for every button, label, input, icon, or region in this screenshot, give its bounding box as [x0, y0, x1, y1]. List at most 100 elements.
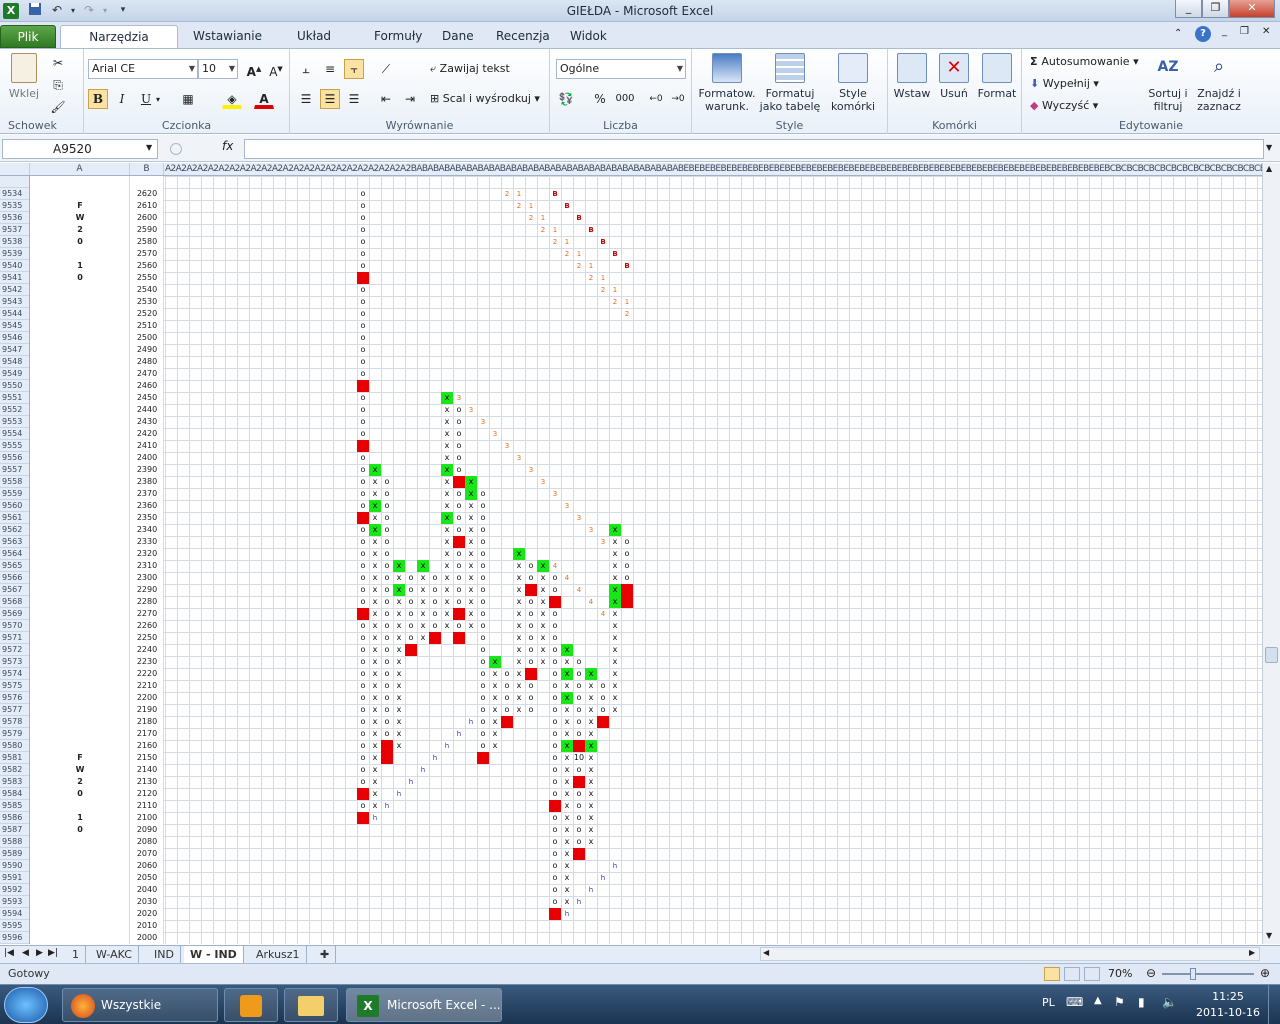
red-box-cell[interactable]	[357, 608, 369, 620]
cell-b-price[interactable]: 2280	[130, 596, 164, 608]
x-mark-cell[interactable]: x	[489, 728, 501, 740]
o-mark-cell[interactable]: o	[357, 428, 369, 440]
o-mark-cell[interactable]: o	[381, 716, 393, 728]
o-mark-cell[interactable]: o	[381, 620, 393, 632]
paste-button[interactable]: Wklej	[6, 53, 42, 107]
underline-button[interactable]: U	[136, 89, 156, 109]
o-mark-cell[interactable]: o	[357, 476, 369, 488]
o-mark-cell[interactable]: o	[621, 536, 633, 548]
zoom-slider[interactable]	[1162, 968, 1254, 980]
o-mark-cell[interactable]: o	[357, 308, 369, 320]
merge-center-button[interactable]: ⊞ Scal i wyśrodkuj ▾	[430, 92, 540, 105]
row-header[interactable]: 9543	[0, 296, 29, 308]
column-count-cell[interactable]: 3	[477, 416, 489, 428]
x-mark-cell[interactable]: x	[441, 584, 453, 596]
o-mark-cell[interactable]: o	[405, 632, 417, 644]
column-count-cell[interactable]: 1	[609, 284, 621, 296]
row-header[interactable]: 9585	[0, 800, 29, 812]
x-mark-cell[interactable]: x	[561, 872, 573, 884]
o-mark-cell[interactable]: o	[477, 488, 489, 500]
b-marker-cell[interactable]: B	[561, 200, 573, 212]
x-mark-cell[interactable]: x	[609, 692, 621, 704]
o-mark-cell[interactable]: o	[357, 632, 369, 644]
tab-file[interactable]: Plik	[0, 25, 56, 48]
o-mark-cell[interactable]: o	[453, 428, 465, 440]
o-mark-cell[interactable]: o	[477, 644, 489, 656]
o-mark-cell[interactable]: o	[477, 536, 489, 548]
cell-b-price[interactable]: 2220	[130, 668, 164, 680]
h-marker-cell[interactable]: h	[381, 800, 393, 812]
column-count-cell[interactable]: 3	[585, 524, 597, 536]
cell-b-price[interactable]: 2450	[130, 392, 164, 404]
column-count-cell[interactable]: 2	[537, 224, 549, 236]
row-header[interactable]: 9568	[0, 596, 29, 608]
cell-b-price[interactable]: 2360	[130, 500, 164, 512]
x-mark-cell[interactable]: x	[609, 680, 621, 692]
cell-b-price[interactable]: 2130	[130, 776, 164, 788]
x-mark-cell[interactable]: x	[417, 584, 429, 596]
red-box-cell[interactable]	[621, 596, 633, 608]
x-mark-cell[interactable]: x	[369, 644, 381, 656]
o-mark-cell[interactable]: o	[453, 440, 465, 452]
x-mark-cell[interactable]: x	[561, 728, 573, 740]
tab-home[interactable]: Narzędzia główne	[60, 25, 178, 67]
row-header[interactable]: 9595	[0, 920, 29, 932]
o-mark-cell[interactable]: o	[357, 596, 369, 608]
green-box-cell[interactable]: x	[369, 464, 381, 476]
row-header[interactable]: 9571	[0, 632, 29, 644]
cell-b-price[interactable]: 2100	[130, 812, 164, 824]
o-mark-cell[interactable]: o	[357, 200, 369, 212]
o-mark-cell[interactable]: o	[549, 716, 561, 728]
o-mark-cell[interactable]: o	[549, 776, 561, 788]
o-mark-cell[interactable]: o	[477, 632, 489, 644]
row-header[interactable]: 9542	[0, 284, 29, 296]
o-mark-cell[interactable]: o	[453, 512, 465, 524]
h-marker-cell[interactable]: h	[393, 788, 405, 800]
x-mark-cell[interactable]: x	[369, 536, 381, 548]
action-center-icon[interactable]: ⚑	[1114, 995, 1125, 1009]
x-mark-cell[interactable]: x	[393, 692, 405, 704]
column-count-cell[interactable]: 2	[525, 212, 537, 224]
o-mark-cell[interactable]: o	[453, 572, 465, 584]
x-mark-cell[interactable]: x	[465, 560, 477, 572]
x-mark-cell[interactable]: x	[609, 608, 621, 620]
o-mark-cell[interactable]: o	[357, 620, 369, 632]
column-count-cell[interactable]: 2	[561, 248, 573, 260]
x-mark-cell[interactable]: x	[369, 620, 381, 632]
cell-b-price[interactable]: 2610	[130, 200, 164, 212]
bold-button[interactable]: B	[88, 89, 108, 109]
o-mark-cell[interactable]: o	[381, 692, 393, 704]
column-count-cell[interactable]: 1	[585, 260, 597, 272]
cell-b-price[interactable]: 2380	[130, 476, 164, 488]
cell-b-price[interactable]: 2290	[130, 584, 164, 596]
h-marker-cell[interactable]: h	[405, 776, 417, 788]
row-header[interactable]: 9594	[0, 908, 29, 920]
x-mark-cell[interactable]: x	[585, 788, 597, 800]
cell-b-price[interactable]: 2490	[130, 344, 164, 356]
o-mark-cell[interactable]: o	[573, 704, 585, 716]
x-mark-cell[interactable]: x	[369, 728, 381, 740]
o-mark-cell[interactable]: o	[477, 716, 489, 728]
column-count-cell[interactable]: 3	[537, 476, 549, 488]
column-count-cell[interactable]: 2	[549, 236, 561, 248]
red-box-cell[interactable]	[357, 380, 369, 392]
o-mark-cell[interactable]: o	[549, 812, 561, 824]
x-mark-cell[interactable]: x	[609, 536, 621, 548]
cell-b-price[interactable]: 2500	[130, 332, 164, 344]
x-mark-cell[interactable]: x	[561, 800, 573, 812]
o-mark-cell[interactable]: o	[381, 608, 393, 620]
o-mark-cell[interactable]: o	[453, 548, 465, 560]
red-box-cell[interactable]	[525, 668, 537, 680]
align-middle-icon[interactable]: ≡	[320, 59, 340, 79]
row-header[interactable]: 9538	[0, 236, 29, 248]
b-marker-cell[interactable]: B	[609, 248, 621, 260]
o-mark-cell[interactable]: o	[453, 524, 465, 536]
x-mark-cell[interactable]: x	[585, 836, 597, 848]
green-box-cell[interactable]: x	[561, 668, 573, 680]
copy-icon[interactable]: ⎘	[48, 75, 68, 95]
o-mark-cell[interactable]: o	[573, 800, 585, 812]
cell-b-price[interactable]: 2320	[130, 548, 164, 560]
autosum-button[interactable]: Σ Autosumowanie ▾	[1030, 55, 1139, 68]
row-header[interactable]: 9565	[0, 560, 29, 572]
o-mark-cell[interactable]: o	[549, 608, 561, 620]
